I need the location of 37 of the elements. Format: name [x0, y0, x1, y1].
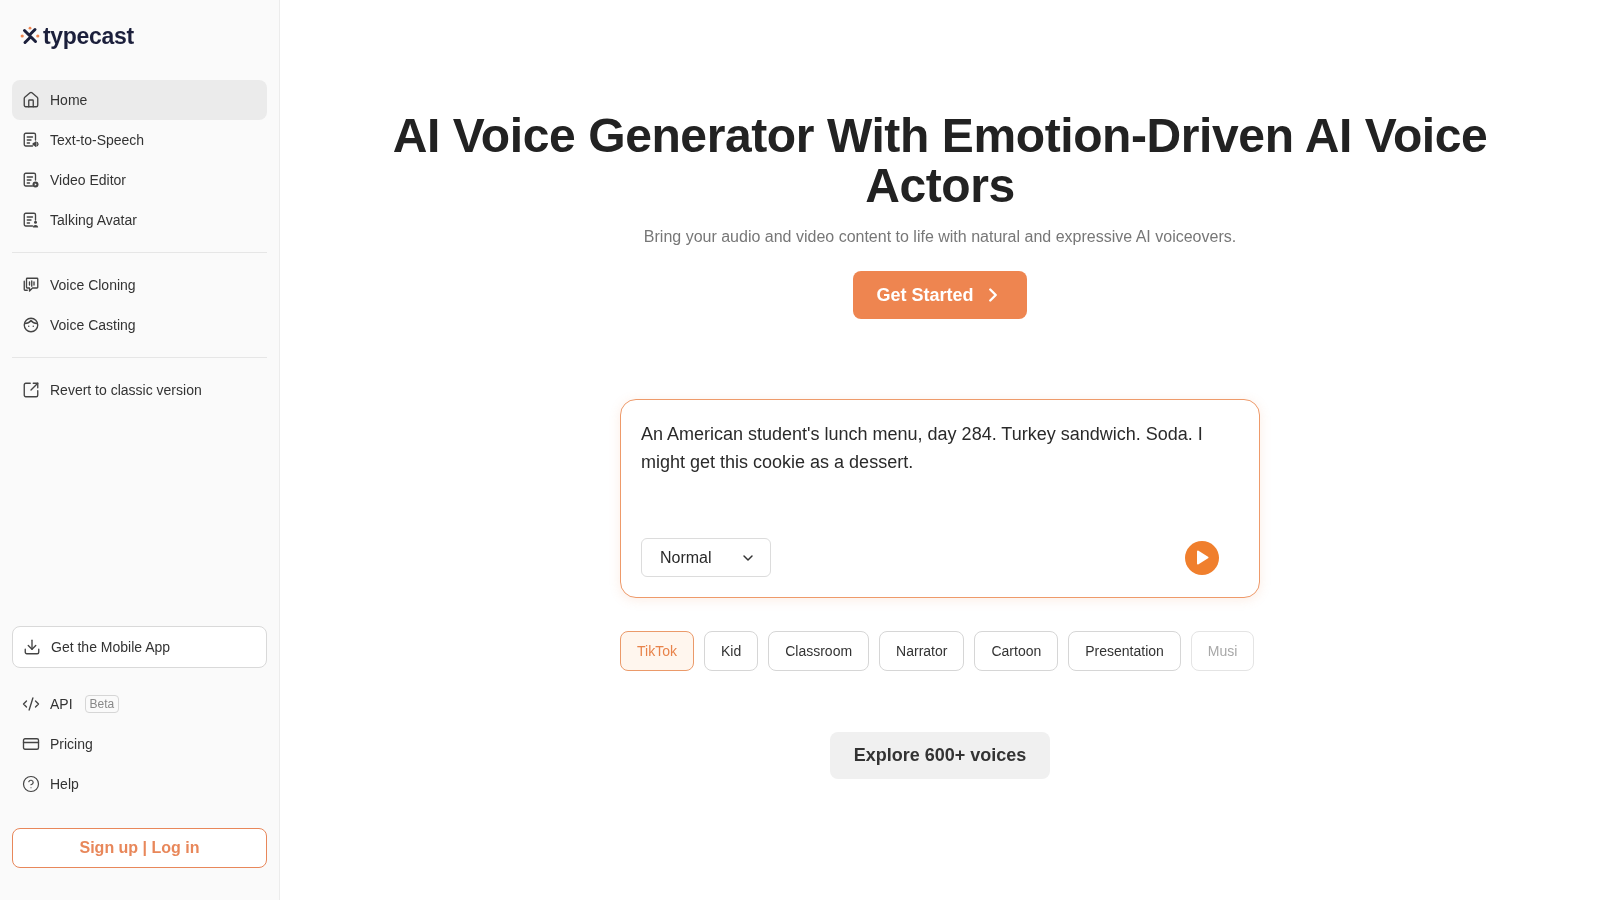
preset-chip[interactable]: Classroom — [768, 631, 870, 671]
preset-chip[interactable]: Narrator — [879, 631, 965, 671]
nav-link[interactable]: Help — [12, 764, 267, 804]
preset-chip[interactable]: Kid — [703, 631, 759, 671]
hero-title: AI Voice Generator With Emotion-Driven AI Voice Actors — [391, 111, 1489, 211]
document-speaker-icon — [22, 131, 40, 149]
play-icon — [1195, 550, 1209, 565]
credit-card-icon — [22, 735, 40, 753]
nav-item[interactable]: Voice Casting — [12, 305, 267, 345]
face-icon — [22, 316, 40, 334]
nav-link[interactable]: Pricing — [12, 724, 267, 764]
style-dropdown[interactable]: Normal — [641, 538, 771, 577]
hero-subtitle: Bring your audio and video content to life with natural and expressive AI voiceovers. — [643, 227, 1237, 247]
explore-voices-button[interactable]: Explore 600+ voices — [829, 732, 1051, 779]
nav-item[interactable]: Text-to-Speech — [12, 120, 267, 160]
code-icon — [22, 695, 40, 713]
nav-item[interactable]: Video Editor — [12, 160, 267, 200]
preset-chip[interactable]: Presentation — [1068, 631, 1181, 671]
script-text-field[interactable]: An American student's lunch menu, day 284. Turkey sandwich. Soda. I might get this cookie as a dessert. — [641, 420, 1239, 476]
nav-item[interactable]: Talking Avatar — [12, 200, 267, 240]
mobile-app-button[interactable]: Get the Mobile App — [12, 626, 267, 668]
logo-icon — [20, 26, 40, 46]
beta-tag: Beta — [84, 695, 120, 713]
document-play-icon — [22, 171, 40, 189]
preset-chip[interactable]: Cartoon — [974, 631, 1059, 671]
nav-item[interactable]: Voice Cloning — [12, 265, 267, 305]
nav-item[interactable]: Home — [12, 80, 267, 120]
nav-link[interactable]: API Beta — [12, 684, 267, 724]
nav-item[interactable]: Revert to classic version — [12, 370, 267, 410]
home-icon — [22, 91, 40, 109]
play-button[interactable] — [1185, 540, 1219, 575]
document-person-icon — [22, 211, 40, 229]
external-link-icon — [22, 381, 40, 399]
download-icon — [23, 638, 41, 656]
logo-wordmark: typecast — [43, 24, 134, 48]
help-icon — [22, 775, 40, 793]
speech-bubble-waveform-icon — [22, 276, 40, 294]
